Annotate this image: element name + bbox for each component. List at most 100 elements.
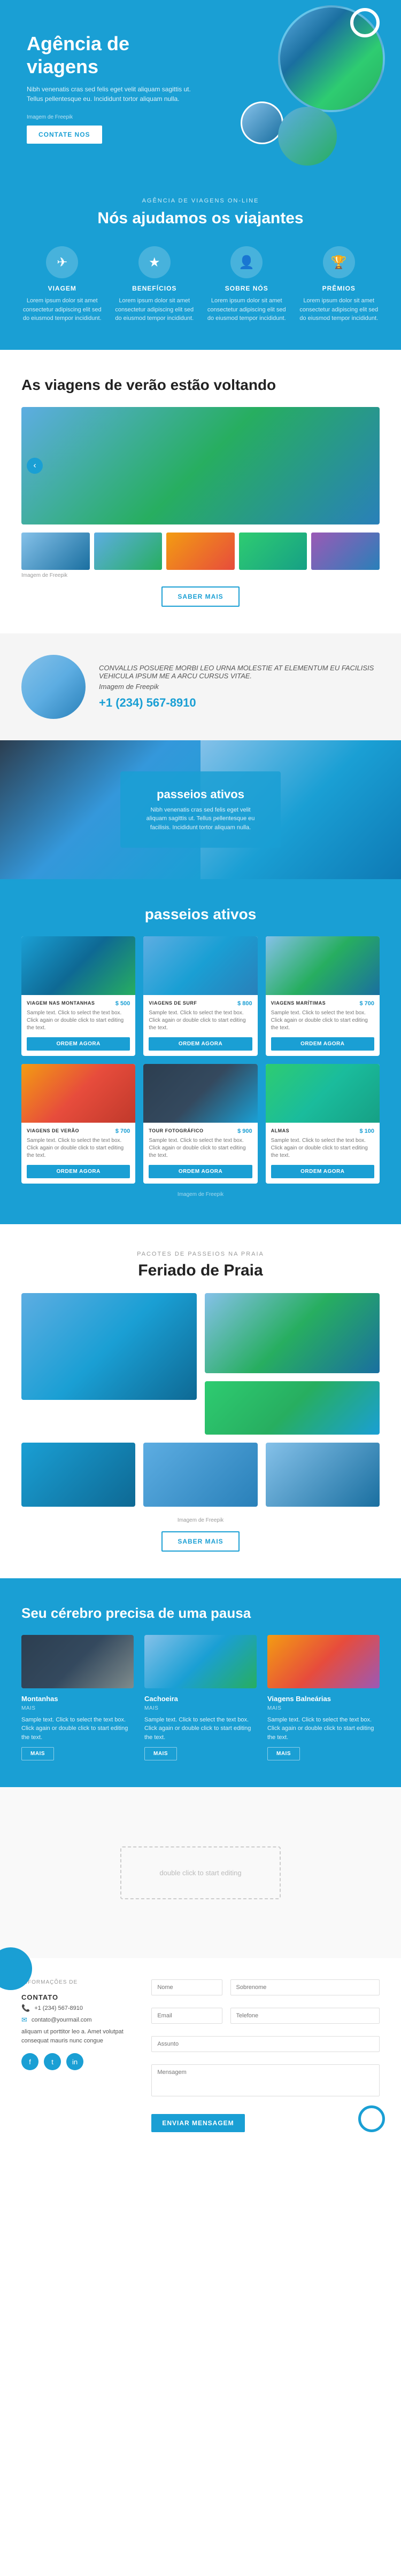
praia-main-grid [21,1293,380,1435]
cerebro-mais-btn-1[interactable]: MAIS [21,1747,54,1760]
cerebro-card-title-3: Viagens Balneárias [267,1695,380,1703]
phone-icon: 📞 [21,2004,30,2013]
feature-viagem-text: Lorem ipsum dolor sit amet consectetur a… [21,296,103,323]
feature-sobre-text: Lorem ipsum dolor sit amet consectetur a… [206,296,288,323]
footer-nome-input[interactable] [151,1979,222,1995]
praia-grid-left [21,1293,197,1435]
praia-image-3 [205,1381,380,1435]
praia-bottom-image-2 [143,1443,257,1507]
passeio-name-1: VIAGEM NAS MONTANHAS [27,1000,115,1006]
passeio-text-4: Sample text. Click to select the text bo… [27,1137,130,1160]
slider-prev-button[interactable]: ‹ [27,458,43,474]
footer-form: ENVIAR MENSAGEM [151,1979,380,2132]
section-praia: PACOTES DE PASSEIOS NA PRAIA Feriado de … [0,1224,401,1578]
passeio-order-btn-6[interactable]: ORDEM AGORA [271,1165,374,1178]
cerebro-mais-btn-2[interactable]: MAIS [144,1747,177,1760]
praia-bottom-image-3 [266,1443,380,1507]
footer-sobrenome-input[interactable] [230,1979,380,1995]
editing-placeholder-text: double click to start editing [159,1869,241,1877]
sobre-icon: 👤 [230,246,263,278]
summer-thumb-3[interactable] [166,533,235,570]
summer-thumb-1[interactable] [21,533,90,570]
cerebro-image-2 [144,1635,257,1688]
praia-image-1 [21,1293,197,1400]
passeio-card-2: VIAGENS DE SURF $ 800 Sample text. Click… [143,936,257,1056]
passeio-order-btn-4[interactable]: ORDEM AGORA [27,1165,130,1178]
passeio-order-btn-2[interactable]: ORDEM AGORA [149,1037,252,1051]
cerebro-mais-btn-3[interactable]: MAIS [267,1747,300,1760]
passeio-text-1: Sample text. Click to select the text bo… [27,1009,130,1032]
summer-thumbnails [21,533,380,570]
passeio-card-1: VIAGEM NAS MONTANHAS $ 500 Sample text. … [21,936,135,1056]
passeio-card-4: VIAGENS DE VERÃO $ 700 Sample text. Clic… [21,1064,135,1184]
passeio-text-5: Sample text. Click to select the text bo… [149,1137,252,1160]
footer-telefone-input[interactable] [230,2008,380,2024]
footer-form-nome [151,1979,222,2000]
footer-title: contato [21,1993,135,2001]
summer-thumb-4[interactable] [239,533,307,570]
summer-thumb-2[interactable] [94,533,163,570]
social-facebook-icon[interactable]: f [21,2053,38,2070]
footer-phone: +1 (234) 567-8910 [34,2005,83,2011]
passeios-grid: VIAGEM NAS MONTANHAS $ 500 Sample text. … [21,936,380,1184]
contact-phone: +1 (234) 567-8910 [99,696,380,710]
passeio-image-2 [143,936,257,995]
footer-assunto-input[interactable] [151,2036,380,2052]
contact-banner-image [21,655,86,719]
summer-saber-mais-button[interactable]: SABER MAIS [161,586,239,607]
passeio-price-5: $ 900 [237,1128,252,1134]
passeio-order-btn-1[interactable]: ORDEM AGORA [27,1037,130,1051]
cerebro-grid: Montanhas MAIS Sample text. Click to sel… [21,1635,380,1761]
editing-placeholder-box[interactable]: double click to start editing [120,1846,281,1899]
passeio-image-5 [143,1064,257,1123]
footer-submit-button[interactable]: ENVIAR MENSAGEM [151,2114,244,2132]
footer-mensagem-input[interactable] [151,2064,380,2096]
cerebro-card-text-2: Sample text. Click to select the text bo… [144,1716,257,1742]
passeio-name-5: TOUR FOTOGRÁFICO [149,1128,237,1133]
summer-img-label: Imagem de Freepik [21,573,380,578]
viagem-icon: ✈ [46,246,78,278]
footer-sub-title: INFORMAÇÕES DE [21,1979,135,1985]
cerebro-image-1 [21,1635,134,1688]
passeio-order-btn-5[interactable]: ORDEM AGORA [149,1165,252,1178]
social-linkedin-icon[interactable]: in [66,2053,83,2070]
praia-grid-right [205,1293,380,1435]
section-passeios: passeios ativos VIAGEM NAS MONTANHAS $ 5… [0,879,401,1224]
contact-banner-text: CONVALLIS POSUERE MORBI LEO URNA MOLESTI… [99,664,380,680]
hero-ring-decoration [350,8,380,37]
hero-contact-button[interactable]: CONTATE NOS [27,126,102,144]
active-banner-overlay: passeios ativos Nibh venenatis cras sed … [120,771,281,848]
passeio-name-4: VIAGENS DE VERÃO [27,1128,115,1133]
feature-viagem-title: VIAGEM [21,285,103,292]
passeio-name-2: VIAGENS DE SURF [149,1000,237,1006]
cerebro-card-2: Cachoeira MAIS Sample text. Click to sel… [144,1635,257,1761]
cerebro-image-3 [267,1635,380,1688]
cerebro-title: Seu cérebro precisa de uma pausa [21,1605,380,1622]
cerebro-card-sub-2: MAIS [144,1705,257,1711]
praia-title: Feriado de Praia [21,1262,380,1280]
contact-banner-content: CONVALLIS POSUERE MORBI LEO URNA MOLESTI… [99,664,380,710]
feature-premios: 🏆 PRÊMIOS Lorem ipsum dolor sit amet con… [298,246,380,323]
passeio-name-6: ALMAS [271,1128,360,1133]
passeio-price-6: $ 100 [359,1128,374,1134]
editing-section: double click to start editing [0,1787,401,1958]
social-twitter-icon[interactable]: t [44,2053,61,2070]
section-contact-banner: CONVALLIS POSUERE MORBI LEO URNA MOLESTI… [0,633,401,740]
footer-form-assunto [151,2036,380,2056]
features-grid: ✈ VIAGEM Lorem ipsum dolor sit amet cons… [21,246,380,323]
social-icons-group: f t in [21,2053,135,2070]
cerebro-card-title-2: Cachoeira [144,1695,257,1703]
passeio-order-btn-3[interactable]: ORDEM AGORA [271,1037,374,1051]
hero-small-image-2 [278,107,337,166]
help-title: Nós ajudamos os viajantes [21,209,380,228]
cerebro-card-3: Viagens Balneárias MAIS Sample text. Cli… [267,1635,380,1761]
praia-saber-mais-button[interactable]: SABER MAIS [161,1531,239,1552]
summer-title: As viagens de verão estão voltando [21,377,380,394]
section-help: AGÊNCIA DE VIAGENS ON-LINE Nós ajudamos … [0,171,401,350]
passeio-price-3: $ 700 [359,1000,374,1007]
footer-email-input[interactable] [151,2008,222,2024]
summer-thumb-5[interactable] [311,533,380,570]
passeio-card-6: ALMAS $ 100 Sample text. Click to select… [266,1064,380,1184]
passeio-image-6 [266,1064,380,1123]
passeio-text-2: Sample text. Click to select the text bo… [149,1009,252,1032]
